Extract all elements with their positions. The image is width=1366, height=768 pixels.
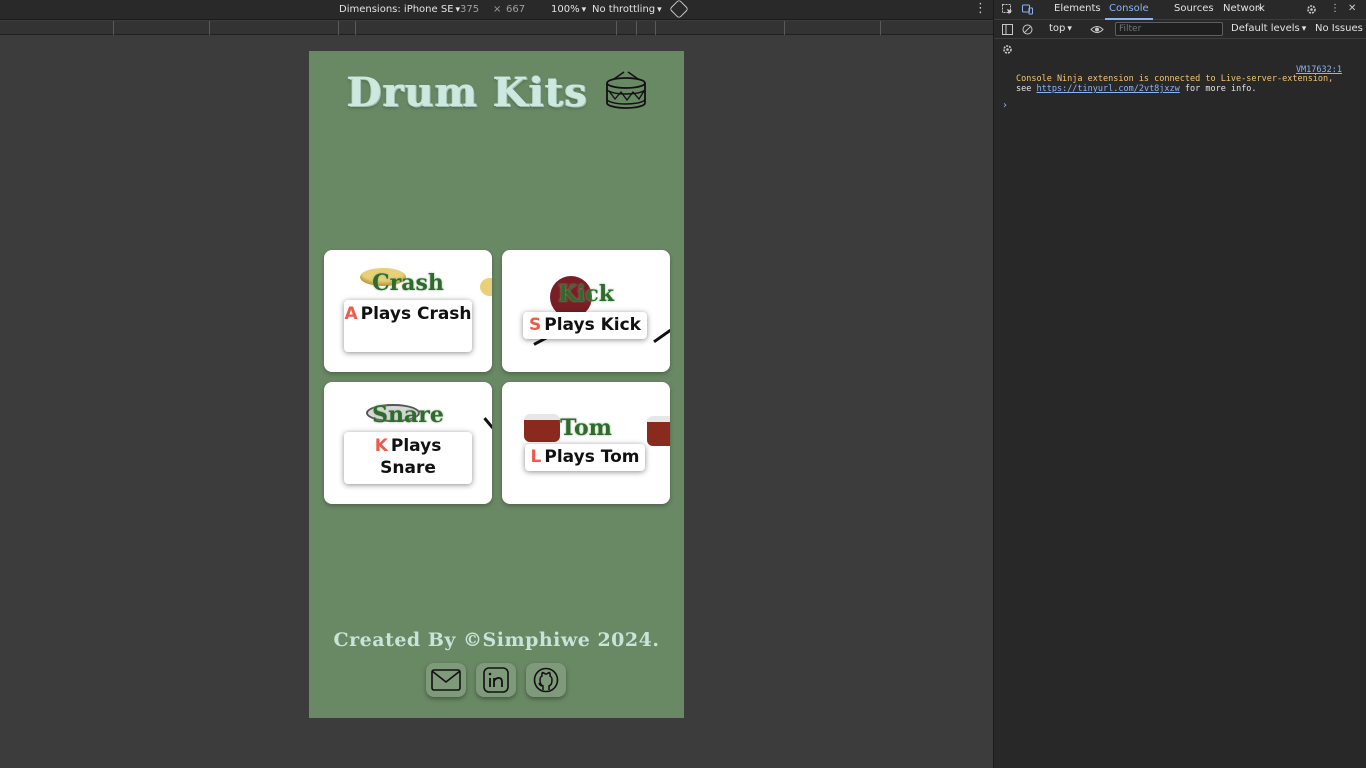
key-hint-label: Plays Kick	[544, 315, 641, 335]
devtools-tabs: Elements Console Sources Network » ⋮ ✕	[994, 0, 1366, 20]
app-title: Drum Kits	[347, 69, 589, 116]
inspect-element-icon[interactable]	[1002, 4, 1013, 15]
drum-card-crash[interactable]: Crash A Plays Crash	[324, 250, 492, 372]
mail-link[interactable]	[426, 663, 466, 697]
console-prompt-icon[interactable]: ›	[1003, 100, 1007, 111]
key-hint: K Plays Snare	[344, 432, 472, 484]
console-settings-icon[interactable]	[1002, 44, 1013, 55]
settings-icon[interactable]	[1306, 4, 1317, 15]
key-hint-label: Plays Tom	[544, 447, 640, 467]
key-hint: S Plays Kick	[523, 312, 647, 339]
key-letter: K	[374, 436, 388, 456]
drum-card-name: Tom	[560, 415, 612, 441]
key-letter: A	[344, 304, 358, 324]
tab-sources[interactable]: Sources	[1174, 3, 1214, 14]
issues-counter[interactable]: No Issues	[1315, 23, 1363, 34]
zoom-select[interactable]: 100%	[551, 4, 586, 15]
media-query-bar[interactable]	[0, 21, 993, 35]
context-select[interactable]: top	[1049, 23, 1072, 34]
console-message: Console Ninja extension is connected to …	[1016, 74, 1346, 94]
social-links	[426, 663, 567, 699]
more-options-icon[interactable]: ⋮	[974, 1, 987, 16]
drum-card-name: Crash	[372, 270, 444, 296]
key-letter: L	[530, 447, 542, 467]
key-hint: A Plays Crash	[344, 300, 472, 352]
mail-icon	[431, 669, 461, 691]
console-text: see	[1016, 84, 1037, 94]
console-filter-input[interactable]	[1115, 22, 1223, 36]
console-message-line: see https://tinyurl.com/2vt8jxzw for mor…	[1016, 84, 1346, 94]
github-link[interactable]	[526, 663, 566, 697]
key-letter: S	[529, 315, 542, 335]
drum-card-snare[interactable]: Snare K Plays Snare	[324, 382, 492, 504]
drum-icon	[606, 71, 646, 109]
device-toolbar: Dimensions: iPhone SE 375 × 667 100% No …	[0, 0, 993, 20]
more-tabs-icon[interactable]: »	[1257, 3, 1263, 14]
key-hint-label: Plays Crash	[360, 304, 472, 324]
device-width-input[interactable]: 375	[460, 4, 479, 15]
key-hint: L Plays Tom	[525, 444, 645, 471]
tab-elements[interactable]: Elements	[1054, 3, 1101, 14]
footer-credit: Created By ©Simphiwe 2024.	[333, 629, 660, 651]
drum-card-kick[interactable]: Kick S Plays Kick	[502, 250, 670, 372]
device-toggle-icon[interactable]	[1022, 4, 1033, 15]
drum-stick-image	[653, 327, 670, 344]
linkedin-icon	[483, 667, 509, 693]
drum-card-name: Kick	[557, 281, 615, 307]
sidebar-toggle-icon[interactable]	[1002, 24, 1013, 35]
phone-viewport: Drum Kits Crash A Plays Crash Kick S Plays…	[309, 51, 684, 718]
log-levels-select[interactable]: Default levels	[1231, 23, 1306, 34]
eye-icon[interactable]	[1090, 24, 1104, 35]
console-link[interactable]: https://tinyurl.com/2vt8jxzw	[1036, 84, 1179, 94]
linkedin-link[interactable]	[476, 663, 516, 697]
tab-console[interactable]: Console	[1105, 3, 1153, 20]
github-icon	[533, 667, 559, 693]
throttling-select[interactable]: No throttling	[592, 4, 662, 15]
clear-console-icon[interactable]	[1022, 24, 1033, 35]
drum-card-tom[interactable]: Tom L Plays Tom	[502, 382, 670, 504]
key-hint-label: Plays Snare	[380, 436, 442, 478]
console-toolbar: top Default levels No Issues	[994, 20, 1366, 39]
dimensions-times: ×	[493, 4, 502, 15]
device-height-input[interactable]: 667	[506, 4, 525, 15]
close-icon[interactable]: ✕	[1348, 3, 1356, 14]
console-message-line: Console Ninja extension is connected to …	[1016, 74, 1334, 84]
console-text: for more info.	[1179, 84, 1257, 94]
drum-card-name: Snare	[372, 402, 444, 428]
devtools-menu-icon[interactable]: ⋮	[1330, 3, 1340, 14]
rotate-icon[interactable]	[669, 0, 689, 19]
devtools-panel: Elements Console Sources Network » ⋮ ✕ t…	[993, 0, 1366, 768]
device-dimensions-select[interactable]: Dimensions: iPhone SE	[339, 4, 460, 15]
